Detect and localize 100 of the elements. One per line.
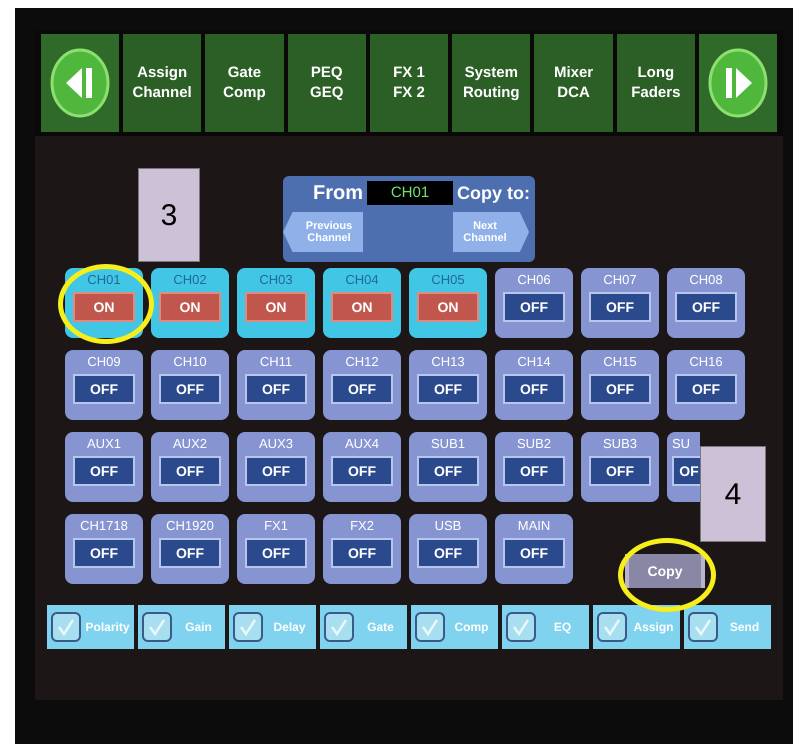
channel-tile[interactable]: FX2 OFF (323, 514, 401, 584)
on-off-toggle[interactable]: OFF (245, 538, 307, 568)
channel-label: MAIN (518, 518, 550, 534)
checkbox[interactable] (688, 612, 718, 642)
check-icon (602, 617, 622, 637)
checkbox[interactable] (142, 612, 172, 642)
menu-tab[interactable]: Gate Comp (205, 34, 284, 132)
on-off-toggle[interactable]: OFF (73, 374, 135, 404)
on-off-toggle[interactable]: OFF (331, 456, 393, 486)
on-off-toggle[interactable]: OF (672, 456, 700, 486)
channel-tile[interactable]: AUX2 OFF (151, 432, 229, 502)
on-off-toggle[interactable]: ON (417, 292, 479, 322)
on-off-toggle[interactable]: OFF (589, 374, 651, 404)
channel-tile[interactable]: CH04 ON (323, 268, 401, 338)
channel-label: AUX4 (345, 436, 379, 452)
checkbox[interactable] (415, 612, 445, 642)
channel-tile[interactable]: AUX1 OFF (65, 432, 143, 502)
channel-label: CH03 (259, 272, 293, 288)
check-icon (147, 617, 167, 637)
channel-tile[interactable]: AUX3 OFF (237, 432, 315, 502)
on-off-toggle[interactable]: ON (159, 292, 221, 322)
checkbox[interactable] (597, 612, 627, 642)
channel-tile[interactable]: CH15 OFF (581, 350, 659, 420)
checkbox[interactable] (51, 612, 81, 642)
on-off-toggle[interactable]: ON (73, 292, 135, 322)
on-off-toggle[interactable]: OFF (503, 538, 565, 568)
on-off-toggle[interactable]: OFF (73, 456, 135, 486)
on-off-toggle[interactable]: OFF (417, 374, 479, 404)
channel-tile[interactable]: SUB3 OFF (581, 432, 659, 502)
channel-tile[interactable]: USB OFF (409, 514, 487, 584)
channel-tile[interactable]: CH14 OFF (495, 350, 573, 420)
channel-tile[interactable]: CH1718 OFF (65, 514, 143, 584)
checkbox[interactable] (324, 612, 354, 642)
on-off-toggle[interactable]: OFF (245, 456, 307, 486)
on-off-toggle[interactable]: ON (245, 292, 307, 322)
menu-tab[interactable]: PEQ GEQ (288, 34, 366, 132)
channel-tile[interactable]: FX1 OFF (237, 514, 315, 584)
channel-tile[interactable]: SUB2 OFF (495, 432, 573, 502)
check-icon (56, 617, 76, 637)
channel-tile[interactable]: CH13 OFF (409, 350, 487, 420)
channel-tile[interactable]: CH1920 OFF (151, 514, 229, 584)
channel-tile[interactable]: CH12 OFF (323, 350, 401, 420)
channel-label: CH09 (87, 354, 121, 370)
on-off-toggle[interactable]: OFF (503, 374, 565, 404)
on-off-toggle[interactable]: OFF (675, 292, 737, 322)
channel-label: AUX2 (173, 436, 207, 452)
channel-tile[interactable]: CH02 ON (151, 268, 229, 338)
checkbox[interactable] (233, 612, 263, 642)
channel-tile[interactable]: CH08 OFF (667, 268, 745, 338)
from-label: From (313, 181, 364, 206)
channel-tile[interactable]: CH10 OFF (151, 350, 229, 420)
on-off-toggle[interactable]: OFF (417, 456, 479, 486)
next-page-button[interactable] (698, 34, 777, 132)
checkbox[interactable] (506, 612, 536, 642)
menu-tab[interactable]: Assign Channel (123, 34, 202, 132)
channel-tile[interactable]: CH06 OFF (495, 268, 573, 338)
on-off-toggle[interactable]: OFF (73, 538, 135, 568)
channel-label: CH12 (345, 354, 379, 370)
menu-tab[interactable]: Long Faders (616, 34, 695, 132)
menu-tab[interactable]: Mixer DCA (534, 34, 613, 132)
step-callout: 4 (700, 446, 766, 542)
channel-label: SUB3 (603, 436, 637, 452)
channel-tile[interactable]: CH03 ON (237, 268, 315, 338)
channel-label: AUX1 (87, 436, 121, 452)
channel-label: CH04 (345, 272, 379, 288)
on-off-toggle[interactable]: OFF (159, 538, 221, 568)
channel-tile[interactable]: CH07 OFF (581, 268, 659, 338)
on-off-toggle[interactable]: ON (331, 292, 393, 322)
on-off-toggle[interactable]: OFF (589, 456, 651, 486)
on-off-toggle[interactable]: OFF (331, 538, 393, 568)
channel-tile[interactable]: CH05 ON (409, 268, 487, 338)
on-off-toggle[interactable]: OFF (245, 374, 307, 404)
channel-label: CH14 (517, 354, 551, 370)
on-off-toggle[interactable]: OFF (503, 456, 565, 486)
on-off-toggle[interactable]: OFF (417, 538, 479, 568)
on-off-toggle[interactable]: OFF (331, 374, 393, 404)
channel-label: SU (672, 436, 690, 452)
channel-tile[interactable]: SU OF (667, 432, 700, 502)
channel-tile[interactable]: CH01 ON (65, 268, 143, 338)
on-off-toggle[interactable]: OFF (675, 374, 737, 404)
copy-to-label: Copy to: (456, 182, 531, 205)
on-off-toggle[interactable]: OFF (503, 292, 565, 322)
check-icon (420, 617, 440, 637)
channel-tile[interactable]: CH09 OFF (65, 350, 143, 420)
channel-tile[interactable]: AUX4 OFF (323, 432, 401, 502)
channel-tile[interactable]: SUB1 OFF (409, 432, 487, 502)
on-off-toggle[interactable]: OFF (589, 292, 651, 322)
previous-page-button[interactable] (41, 34, 119, 132)
channel-tile[interactable]: CH11 OFF (237, 350, 315, 420)
channel-label: CH07 (603, 272, 637, 288)
channel-tile[interactable]: MAIN OFF (495, 514, 573, 584)
channel-tile[interactable]: CH16 OFF (667, 350, 745, 420)
menu-tab[interactable]: FX 1 FX 2 (370, 34, 448, 132)
channel-label: CH08 (689, 272, 723, 288)
on-off-toggle[interactable]: OFF (159, 374, 221, 404)
channel-label: CH1718 (80, 518, 128, 534)
channel-label: CH11 (260, 354, 292, 370)
menu-tab[interactable]: System Routing (452, 34, 530, 132)
check-icon (693, 617, 713, 637)
on-off-toggle[interactable]: OFF (159, 456, 221, 486)
